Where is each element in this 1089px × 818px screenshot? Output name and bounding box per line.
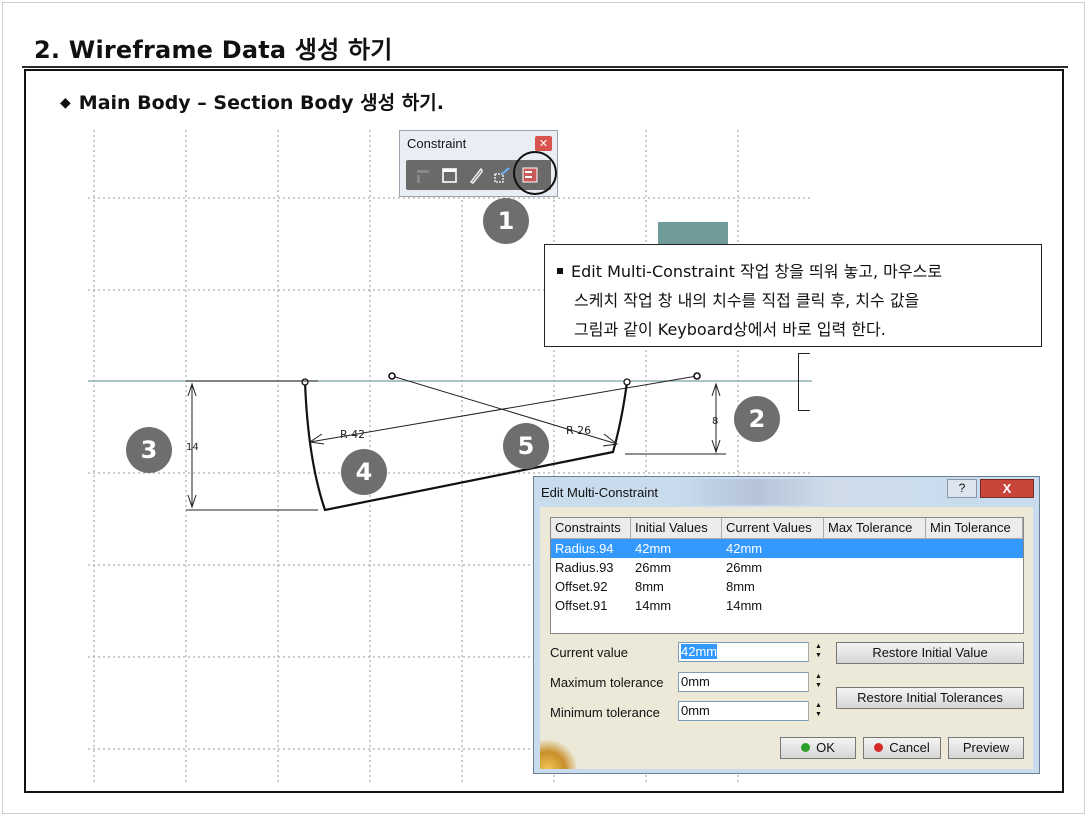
dim-label-8: 8 xyxy=(712,416,718,427)
constraint-icon[interactable] xyxy=(414,165,434,185)
dim-label-r42: R 42 xyxy=(340,428,365,441)
table-row[interactable]: Offset.91 14mm 14mm xyxy=(551,596,1023,615)
step-marker-3: 3 xyxy=(126,427,172,473)
column-header[interactable]: Min Tolerance xyxy=(926,518,1023,538)
dim-label-r26: R 26 xyxy=(566,424,591,437)
current-value-spinner[interactable]: ▲ ▼ xyxy=(808,642,828,662)
dim-label-14: 14 xyxy=(186,442,199,453)
table-row[interactable]: Radius.93 26mm 26mm xyxy=(551,558,1023,577)
ok-icon xyxy=(801,743,811,752)
ok-button[interactable]: OK xyxy=(780,737,856,759)
toolbar-title: Constraint xyxy=(407,136,467,151)
table-row[interactable]: Radius.94 42mm 42mm xyxy=(551,539,1023,558)
column-header[interactable]: Constraints xyxy=(551,518,631,538)
center-point-right xyxy=(693,372,701,380)
instruction-callout: Edit Multi-Constraint 작업 창을 띄워 놓고, 마우스로 … xyxy=(544,244,1042,347)
min-tolerance-spinner[interactable]: ▲ ▼ xyxy=(808,701,828,721)
dialog-title: Edit Multi-Constraint xyxy=(541,485,659,500)
callout-line: Edit Multi-Constraint 작업 창을 띄워 놓고, 마우스로 xyxy=(557,257,1029,286)
min-tolerance-label: Minimum tolerance xyxy=(550,705,660,720)
help-icon[interactable]: ? xyxy=(947,479,977,498)
table-row[interactable]: Offset.92 8mm 8mm xyxy=(551,577,1023,596)
bracket-mark xyxy=(798,353,810,411)
auto-constraint-icon[interactable] xyxy=(466,165,486,185)
step-marker-5: 5 xyxy=(503,423,549,469)
endpoint-left xyxy=(301,378,309,386)
step-marker-2: 2 xyxy=(734,396,780,442)
close-icon[interactable]: ✕ xyxy=(535,136,552,151)
callout-line: 그림과 같이 Keyboard상에서 바로 입력 한다. xyxy=(574,320,886,339)
column-header[interactable]: Current Values xyxy=(722,518,824,538)
catia-logo-icon xyxy=(540,739,578,769)
restore-initial-tolerances-button[interactable]: Restore Initial Tolerances xyxy=(836,687,1024,709)
cancel-icon xyxy=(874,743,884,752)
table-header: Constraints Initial Values Current Value… xyxy=(551,518,1023,539)
center-point-left xyxy=(388,372,396,380)
min-tolerance-field[interactable]: 0mm xyxy=(678,701,828,721)
column-header[interactable]: Max Tolerance xyxy=(824,518,926,538)
max-tolerance-label: Maximum tolerance xyxy=(550,675,664,690)
cancel-button[interactable]: Cancel xyxy=(863,737,941,759)
edit-multi-constraint-dialog: Edit Multi-Constraint ? X Constraints In… xyxy=(533,476,1040,774)
fix-together-icon[interactable] xyxy=(440,165,460,185)
column-header[interactable]: Initial Values xyxy=(631,518,722,538)
current-value-label: Current value xyxy=(550,645,629,660)
dialog-close-button[interactable]: X xyxy=(980,479,1034,498)
dialog-client-area: Constraints Initial Values Current Value… xyxy=(540,507,1033,769)
restore-initial-value-button[interactable]: Restore Initial Value xyxy=(836,642,1024,664)
highlight-circle xyxy=(513,151,557,195)
callout-line: 스케치 작업 창 내의 치수를 직접 클릭 후, 치수 값을 xyxy=(574,291,920,310)
max-tolerance-spinner[interactable]: ▲ ▼ xyxy=(808,672,828,692)
step-marker-1: 1 xyxy=(483,198,529,244)
step-marker-4: 4 xyxy=(341,449,387,495)
endpoint-right xyxy=(623,378,631,386)
preview-button[interactable]: Preview xyxy=(948,737,1024,759)
animate-constraint-icon[interactable] xyxy=(492,165,512,185)
constraints-table[interactable]: Constraints Initial Values Current Value… xyxy=(550,517,1024,634)
radius-line-r42 xyxy=(309,375,698,443)
square-bullet-icon xyxy=(557,268,563,274)
current-value-field[interactable]: 42mm xyxy=(678,642,828,662)
max-tolerance-field[interactable]: 0mm xyxy=(678,672,828,692)
